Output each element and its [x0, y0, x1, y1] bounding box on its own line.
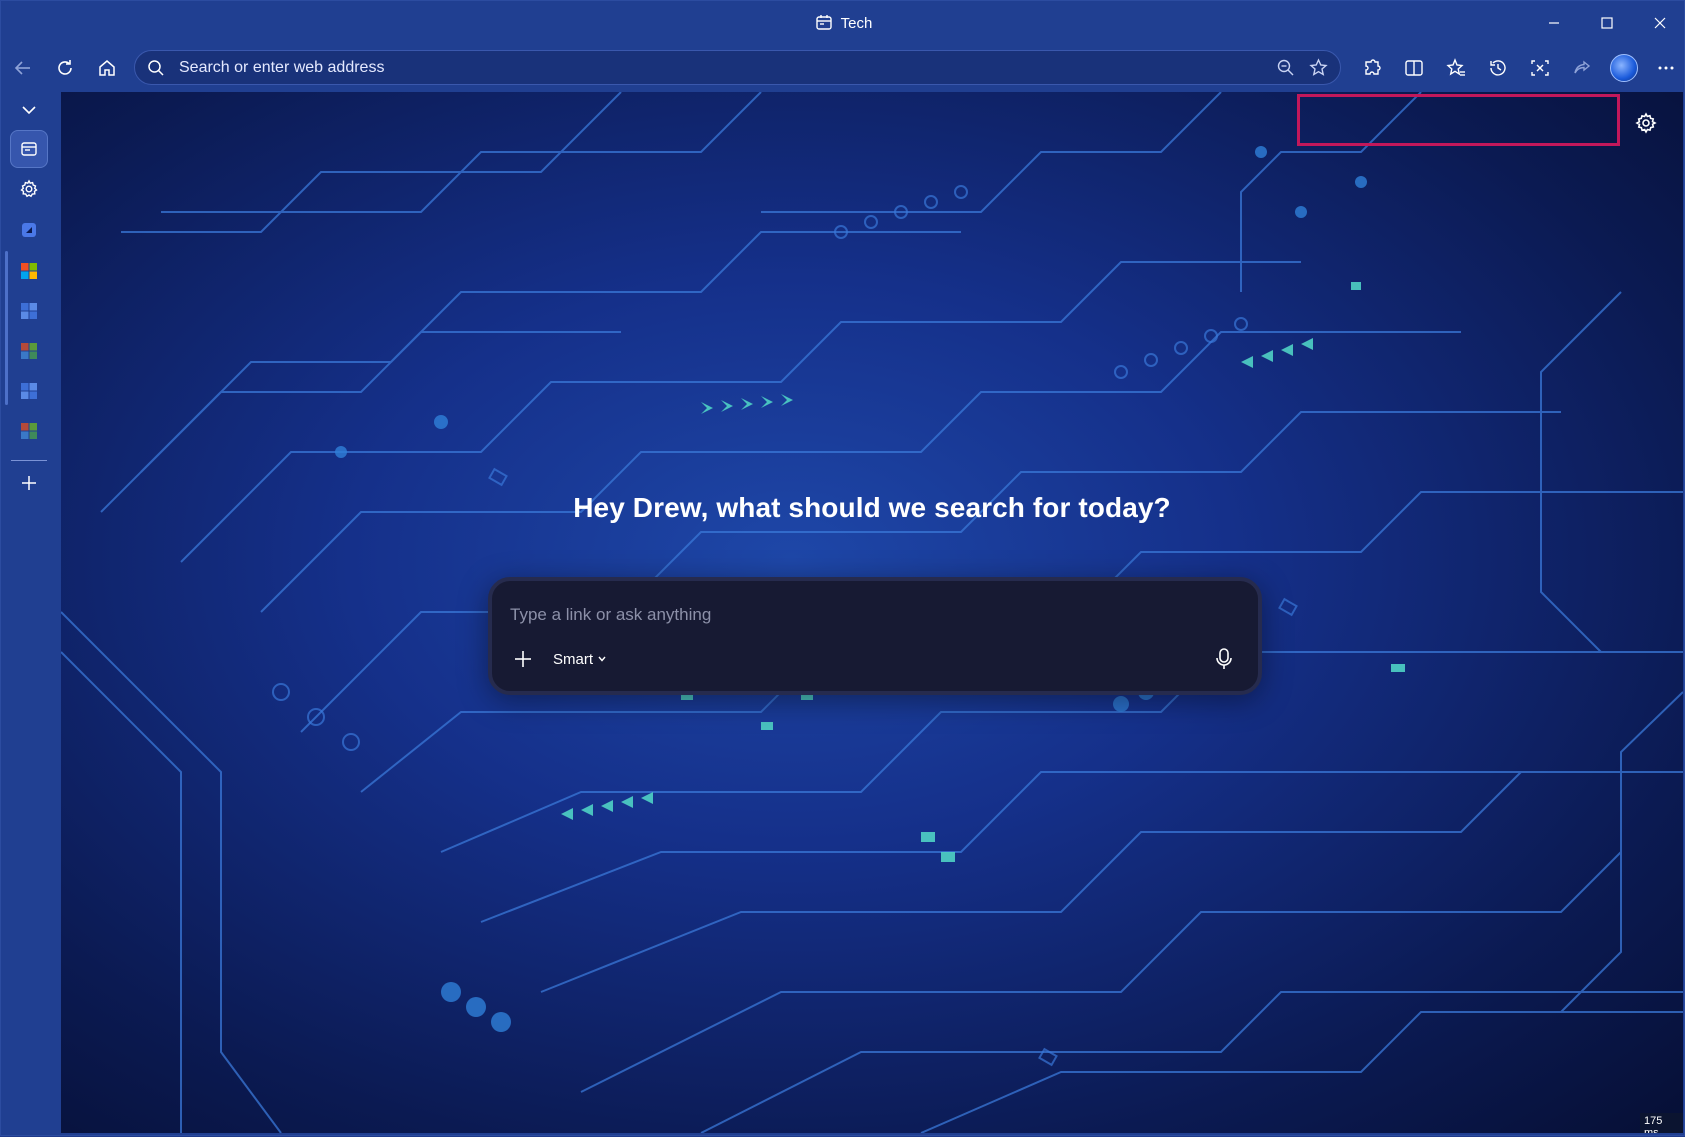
chevron-down-icon: [598, 656, 606, 662]
attach-button[interactable]: [509, 645, 537, 673]
browser-toolbar: [1, 45, 1685, 91]
back-button[interactable]: [3, 48, 43, 88]
collapse-chevron-icon: [22, 106, 36, 115]
address-input[interactable]: [179, 58, 1276, 77]
browser-window: Tech Search or enter web address Hey Dre…: [0, 0, 1685, 1136]
share-icon: [1574, 60, 1591, 74]
greeting-heading: Hey Drew, what should we search for toda…: [573, 492, 1171, 523]
sidebar-collapse-button[interactable]: [10, 91, 48, 129]
history-button[interactable]: [1477, 48, 1519, 88]
zoom-out-icon[interactable]: [1276, 58, 1295, 77]
home-button[interactable]: [87, 48, 127, 88]
ask-search-box: Smart: [488, 577, 1262, 695]
voice-input-button[interactable]: [1210, 644, 1238, 674]
note-icon: [22, 223, 36, 237]
favorites-icon: [1446, 58, 1465, 76]
vertical-sidebar: [1, 91, 59, 1137]
screenshot-icon: [1531, 60, 1549, 76]
sidebar-item-workspace[interactable]: [10, 130, 48, 168]
toolbar-actions: [1351, 45, 1685, 91]
title-bar: Tech: [1, 1, 1685, 45]
tab-workspace-icon: [21, 142, 37, 156]
split-screen-icon: [1405, 60, 1423, 76]
sidebar-item-microsoft[interactable]: [10, 252, 48, 290]
window-title-text: Tech: [840, 14, 873, 32]
sidebar-divider: [11, 460, 47, 461]
new-tab-page: Hey Drew, what should we search for toda…: [61, 92, 1683, 1133]
extensions-icon: [1365, 59, 1381, 75]
sidebar-item-app-4[interactable]: [10, 412, 48, 450]
share-button[interactable]: [1561, 48, 1603, 88]
window-title: Tech: [815, 14, 873, 32]
favorite-star-icon[interactable]: [1309, 58, 1328, 77]
profile-button[interactable]: [1603, 48, 1645, 88]
favorites-button[interactable]: [1435, 48, 1477, 88]
minimize-icon: [1548, 22, 1559, 24]
profile-avatar: [1610, 54, 1638, 82]
address-actions: [1276, 58, 1328, 77]
maximize-icon: [1600, 17, 1613, 29]
mode-label: Smart: [553, 650, 594, 668]
gear-icon: [1635, 112, 1657, 134]
sidebar-group-indicator: [5, 251, 8, 405]
search-icon: [148, 59, 164, 76]
sidebar-item-notes[interactable]: [10, 211, 48, 249]
minimize-button[interactable]: [1527, 1, 1580, 45]
app-tile-icon: [21, 383, 37, 399]
mode-dropdown[interactable]: Smart: [553, 647, 607, 671]
latency-badge: 175 ms: [1640, 1113, 1683, 1133]
close-button[interactable]: [1633, 1, 1685, 45]
close-icon: [1654, 17, 1665, 29]
sidebar-item-app-1[interactable]: [10, 292, 48, 330]
sidebar-item-app-2[interactable]: [10, 332, 48, 370]
extensions-button[interactable]: [1351, 48, 1393, 88]
window-controls: [1527, 1, 1685, 45]
settings-gear-icon: [20, 179, 38, 198]
ask-input[interactable]: [510, 601, 1210, 629]
workspace-icon: [815, 15, 832, 30]
plus-icon: [515, 651, 531, 667]
sidebar-add-button[interactable]: [10, 464, 48, 502]
address-bar[interactable]: [134, 50, 1341, 85]
screenshot-button[interactable]: [1519, 48, 1561, 88]
home-icon: [99, 60, 115, 76]
app-tile-icon: [21, 303, 37, 319]
maximize-button[interactable]: [1580, 1, 1633, 45]
highlight-annotation-box: [1297, 94, 1620, 146]
history-icon: [1490, 60, 1506, 76]
app-tile-icon: [21, 343, 37, 359]
refresh-button[interactable]: [45, 48, 85, 88]
sidebar-item-settings[interactable]: [10, 170, 48, 208]
more-options-icon: [1658, 66, 1674, 70]
more-options-button[interactable]: [1645, 48, 1685, 88]
app-tile-icon: [21, 423, 37, 439]
microsoft-app-icon: [21, 263, 37, 279]
sidebar-item-app-3[interactable]: [10, 372, 48, 410]
refresh-icon: [58, 60, 72, 75]
back-icon: [14, 61, 30, 75]
microphone-icon: [1216, 648, 1232, 669]
add-icon: [22, 476, 36, 490]
split-screen-button[interactable]: [1393, 48, 1435, 88]
page-settings-button[interactable]: [1631, 108, 1661, 138]
